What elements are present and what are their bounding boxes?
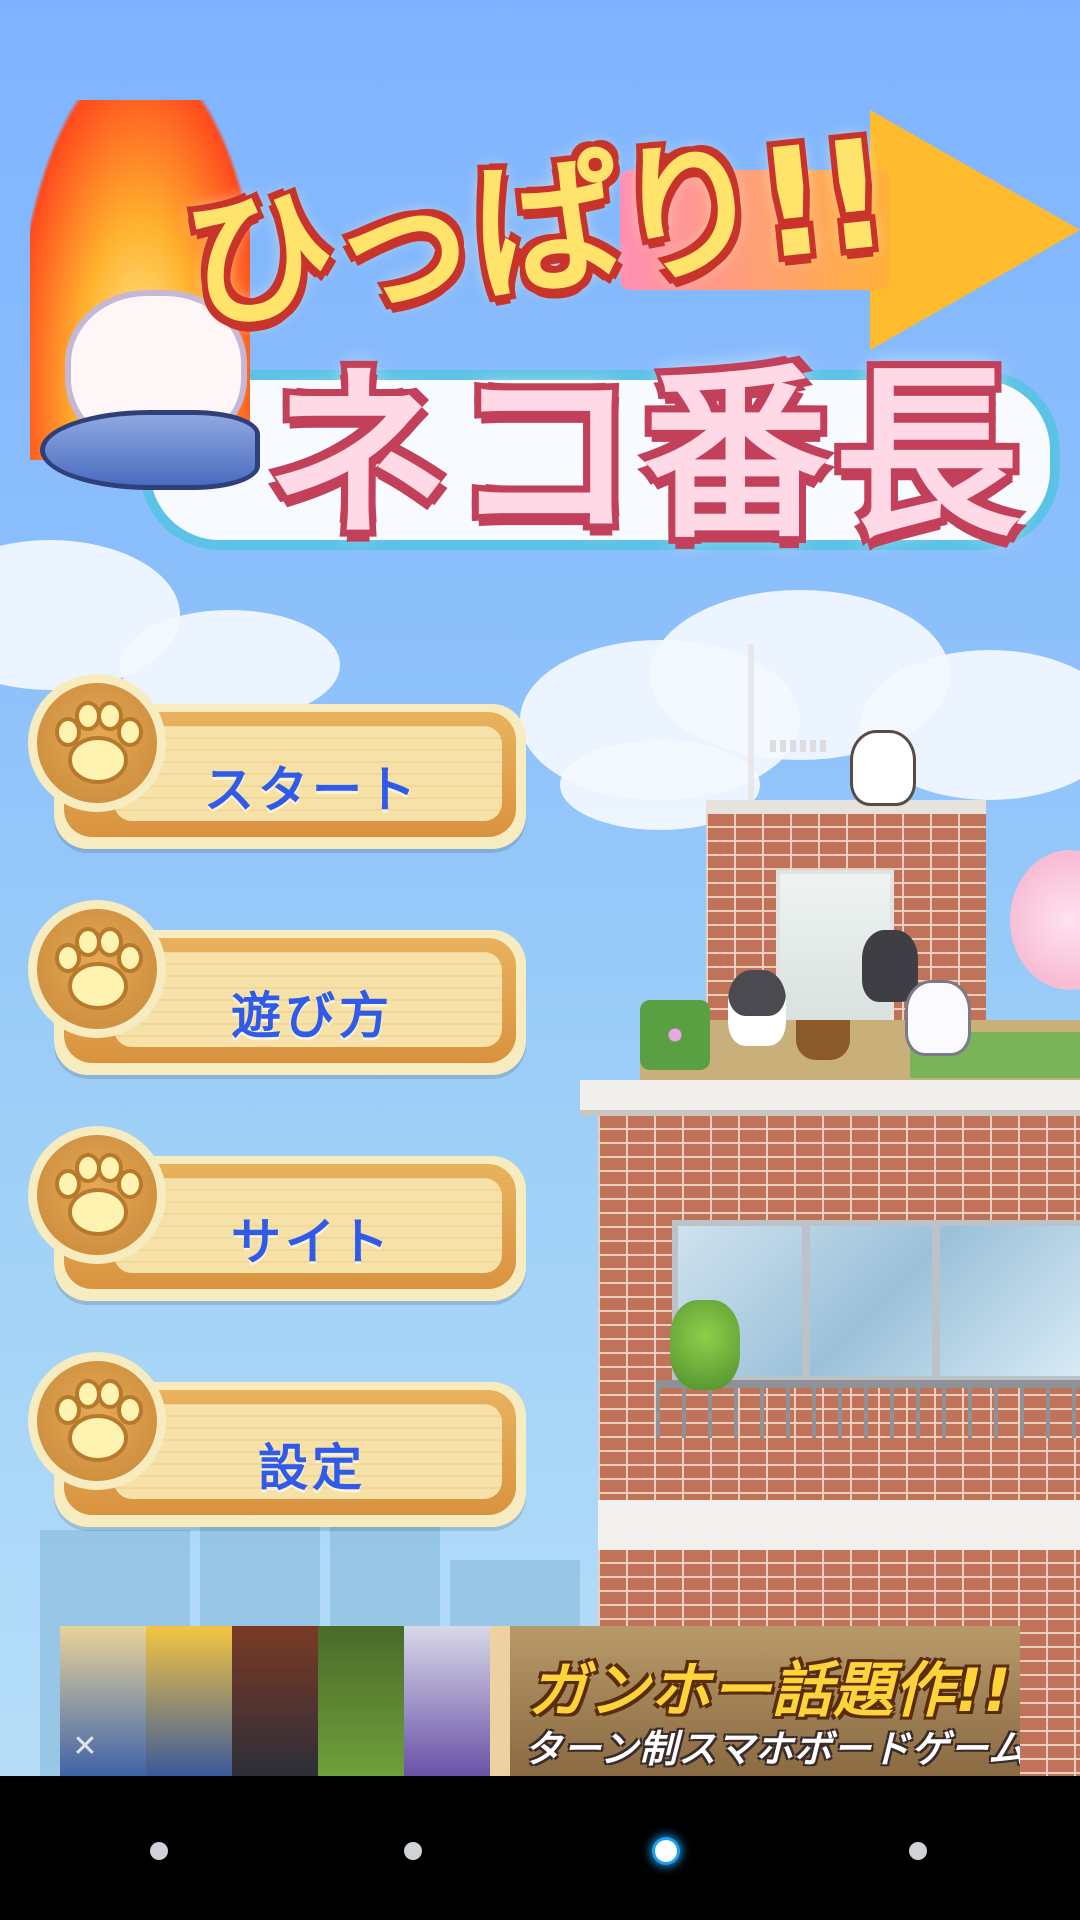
site-button[interactable]: サイト — [28, 1126, 526, 1301]
ad-character — [146, 1626, 232, 1776]
settings-button-label: 設定 — [258, 1439, 366, 1497]
nav-dot-active[interactable] — [655, 1840, 677, 1862]
start-button[interactable]: スタート — [28, 674, 526, 849]
bbq-grill — [796, 1020, 850, 1060]
floor-band — [598, 1500, 1080, 1550]
fish-icon — [40, 410, 260, 490]
ad-headline: ガンホー話題作!! — [528, 1656, 1012, 1726]
ad-character — [318, 1626, 404, 1776]
white-cat — [905, 980, 971, 1056]
ad-character — [404, 1626, 490, 1776]
tuxedo-cat — [728, 970, 786, 1046]
window-mullion — [932, 1220, 940, 1382]
nav-dot[interactable] — [150, 1842, 168, 1860]
ad-subline: ターン制スマホボードゲーム — [524, 1727, 1020, 1771]
site-button-label: サイト — [231, 1213, 393, 1271]
ad-character — [232, 1626, 318, 1776]
game-scene: ひっぱり!! ネコ番長 スタート 遊び方 サイト 設定 ガンホー話題作!! ター… — [0, 0, 1080, 1776]
apartment-building — [580, 640, 1080, 1776]
close-icon[interactable]: ✕ — [68, 1730, 102, 1764]
how-to-play-button-label: 遊び方 — [231, 987, 393, 1045]
balcony-railing — [656, 1380, 1080, 1438]
calico-cat — [850, 730, 916, 806]
antenna — [748, 644, 754, 804]
start-button-label: スタート — [204, 761, 420, 819]
balcony-plant — [670, 1300, 740, 1390]
settings-button[interactable]: 設定 — [28, 1352, 526, 1527]
tv-aerial — [770, 740, 830, 752]
how-to-play-button[interactable]: 遊び方 — [28, 900, 526, 1075]
title-line2: ネコ番長 — [265, 347, 1026, 563]
nav-dot[interactable] — [909, 1842, 927, 1860]
ad-banner[interactable]: ガンホー話題作!! ターン制スマホボードゲーム ✕ — [60, 1626, 1020, 1776]
nav-dot[interactable] — [404, 1842, 422, 1860]
window-mullion — [802, 1220, 810, 1382]
title-logo: ひっぱり!! ネコ番長 — [20, 40, 1080, 600]
flower-bed — [640, 1000, 710, 1070]
roof-slab — [580, 1080, 1080, 1116]
